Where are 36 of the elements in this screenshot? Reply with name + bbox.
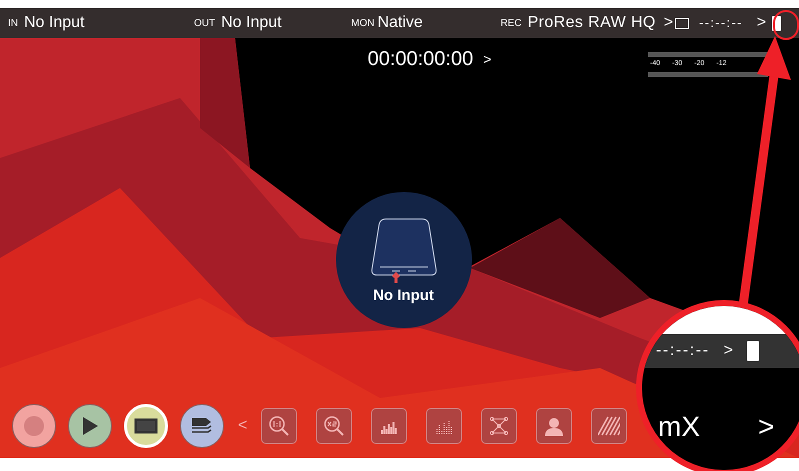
ssd-icon [675, 18, 690, 28]
callout-battery-icon [747, 341, 760, 361]
person-silhouette-icon [543, 415, 566, 437]
tool-button[interactable] [481, 408, 518, 444]
tool-button[interactable] [371, 408, 408, 444]
magnifier-icon [268, 415, 290, 437]
tool-button[interactable] [316, 408, 352, 444]
chevron-text[interactable]: > [756, 11, 766, 35]
zebra-stripes-icon [598, 415, 620, 437]
tool-button[interactable] [536, 408, 572, 444]
tool-button[interactable] [591, 408, 628, 444]
tool-button[interactable] [426, 408, 462, 444]
callout-timecode: --:--:-- [656, 341, 710, 361]
record-timecode[interactable]: --:--:-- [699, 13, 743, 33]
timecode[interactable]: 00:00:00:00 [368, 44, 474, 74]
output-label: OUT [194, 16, 216, 30]
input-label: IN [8, 16, 18, 30]
input-value[interactable]: No Input [24, 11, 194, 35]
chevron-text[interactable]: > [664, 11, 674, 35]
callout-chevron: > [724, 341, 734, 361]
tags-icon [191, 417, 213, 435]
play-icon [82, 417, 98, 435]
vectorscope-icon [488, 415, 510, 437]
callout-label: mX [658, 410, 701, 444]
record-format[interactable]: ProRes RAW HQ [528, 11, 656, 35]
monitor-label: MON [351, 16, 374, 30]
record-label: REC [500, 16, 522, 30]
no-input-text: No Input [373, 286, 434, 306]
highlight-ring [773, 10, 799, 40]
monitor-value[interactable]: Native [377, 11, 500, 35]
tool-button[interactable] [261, 408, 298, 444]
magnifier-icon [323, 415, 346, 437]
callout-chevron: > [758, 410, 774, 444]
output-value[interactable]: No Input [221, 11, 352, 35]
screen-icon [134, 418, 158, 434]
chevron-text[interactable]: > [483, 48, 492, 70]
